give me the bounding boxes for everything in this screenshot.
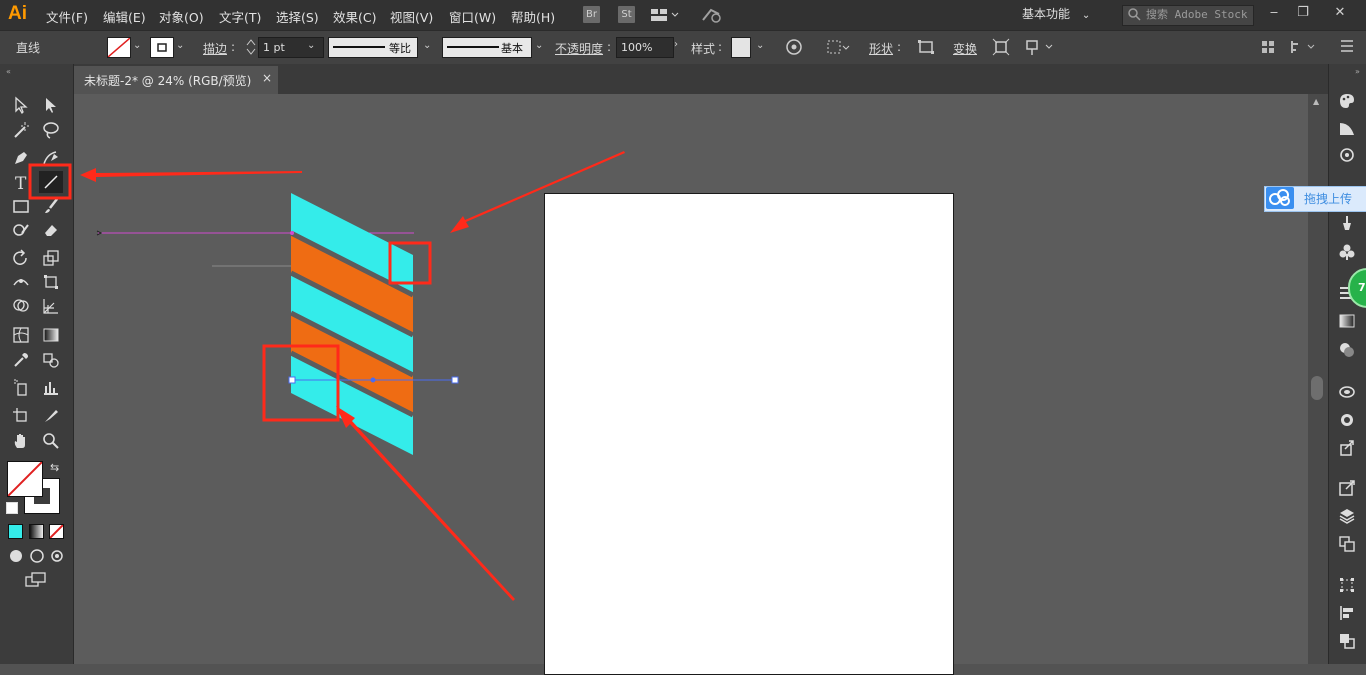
layers-export-icon[interactable] xyxy=(1336,437,1358,459)
pathfinder-icon[interactable] xyxy=(1336,630,1358,652)
scroll-up-icon[interactable]: ▲ xyxy=(1313,97,1319,106)
anchor-point-end xyxy=(451,376,459,384)
color-guide-icon[interactable] xyxy=(1336,117,1358,139)
anchor-point-start xyxy=(288,376,296,384)
brushes-icon[interactable] xyxy=(1336,212,1358,234)
appearance-icon[interactable] xyxy=(1336,381,1358,403)
cloud-upload-icon[interactable] xyxy=(1266,187,1294,209)
scrollbar-thumb[interactable] xyxy=(1311,376,1323,400)
artboards-icon[interactable] xyxy=(1336,533,1358,555)
graphic-styles-icon[interactable] xyxy=(1336,409,1358,431)
transform-panel-icon[interactable] xyxy=(1336,574,1358,596)
transparency-icon[interactable] xyxy=(1336,339,1358,361)
annotation-arrow-bottom xyxy=(336,406,515,601)
upload-label: 拖拽上传 xyxy=(1304,192,1353,206)
links-icon[interactable] xyxy=(1336,477,1358,499)
guide-anchor xyxy=(290,231,294,235)
layers-icon[interactable] xyxy=(1336,505,1358,527)
center-point xyxy=(370,377,376,383)
swatches-icon[interactable] xyxy=(1336,241,1358,263)
canvas-artwork xyxy=(28,151,625,601)
symbols-icon[interactable] xyxy=(1336,144,1358,166)
annotation-arrow-left xyxy=(80,168,302,182)
expand-panels-icon[interactable]: » xyxy=(1355,67,1360,76)
align-icon[interactable] xyxy=(1336,602,1358,624)
annotation-box-tool xyxy=(28,163,72,200)
annotation-arrow-top xyxy=(450,151,625,233)
gradient-panel-icon[interactable] xyxy=(1336,310,1358,332)
color-icon[interactable] xyxy=(1336,90,1358,112)
